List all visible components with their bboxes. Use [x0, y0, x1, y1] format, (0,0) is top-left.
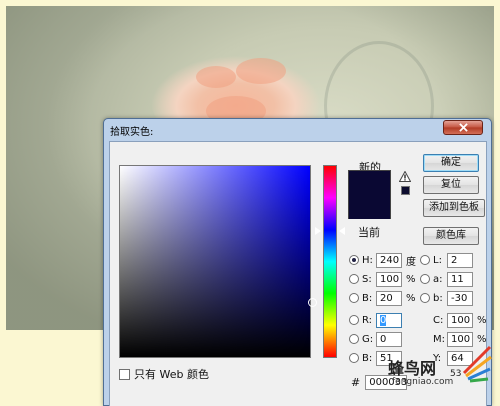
color-field[interactable] — [119, 165, 311, 358]
watermark-tail: 53 — [450, 369, 462, 379]
color-libraries-button[interactable]: 颜色库 — [423, 227, 479, 245]
lab-b-radio[interactable] — [420, 293, 430, 303]
red-label: R: — [362, 314, 373, 326]
saturation-unit: % — [406, 273, 416, 285]
red-row: R: 0 — [349, 312, 402, 328]
brightness-label: B: — [362, 292, 373, 304]
lab-a-input[interactable]: 11 — [447, 271, 473, 287]
lightness-input[interactable]: 2 — [447, 252, 473, 268]
hue-label: H: — [362, 254, 373, 266]
lab-a-radio[interactable] — [420, 274, 430, 284]
warning-triangle-icon[interactable] — [399, 171, 411, 182]
web-only-checkbox[interactable] — [119, 368, 130, 380]
lab-b-label: b: — [433, 292, 443, 304]
hue-input[interactable]: 240 — [376, 252, 402, 268]
lightness-radio[interactable] — [420, 255, 430, 265]
web-only-label: 只有 Web 颜色 — [134, 368, 209, 381]
cyan-row: C: 100 % — [433, 312, 487, 328]
saturation-row: S: 100 % — [349, 271, 416, 287]
hue-slider-handle-right[interactable] — [339, 227, 345, 235]
hex-label: # — [351, 376, 361, 389]
hue-unit: 度 — [406, 256, 416, 268]
hue-row: H: 240 度 — [349, 252, 416, 268]
lab-b-input[interactable]: -30 — [447, 290, 473, 306]
watermark-subtext: fengniao.com — [392, 377, 454, 387]
green-label: G: — [362, 333, 374, 345]
cyan-input[interactable]: 100 — [447, 312, 473, 328]
hue-radio[interactable] — [349, 255, 359, 265]
watermark-text: 蜂鸟网 — [388, 359, 437, 378]
hue-slider[interactable] — [323, 165, 337, 358]
brightness-unit: % — [406, 292, 416, 304]
green-radio[interactable] — [349, 334, 359, 344]
red-input[interactable]: 0 — [376, 312, 402, 328]
red-input-value: 0 — [380, 314, 387, 326]
close-icon — [458, 123, 468, 132]
dialog-title: 拾取实色: — [110, 127, 154, 138]
reset-button[interactable]: 复位 — [423, 176, 479, 194]
blue-radio[interactable] — [349, 353, 359, 363]
green-row: G: 0 — [349, 331, 402, 347]
add-to-swatches-button[interactable]: 添加到色板 — [423, 199, 485, 217]
lab-a-row: a: 11 — [420, 271, 473, 287]
brightness-row: B: 20 % — [349, 290, 416, 306]
feather-logo-icon — [462, 345, 492, 383]
color-field-marker[interactable] — [308, 298, 317, 307]
magenta-label: M: — [433, 333, 445, 345]
brightness-input[interactable]: 20 — [376, 290, 402, 306]
lab-a-label: a: — [433, 273, 443, 285]
close-button[interactable] — [443, 120, 483, 135]
title-bar[interactable]: 拾取实色: — [104, 119, 491, 141]
blue-label: B: — [362, 352, 373, 364]
lightness-label: L: — [433, 254, 442, 266]
new-color-swatch — [349, 171, 390, 195]
web-only-option[interactable]: 只有 Web 颜色 — [119, 366, 209, 382]
cyan-label: C: — [433, 314, 444, 326]
saturation-input[interactable]: 100 — [376, 271, 402, 287]
green-input[interactable]: 0 — [376, 331, 402, 347]
saturation-radio[interactable] — [349, 274, 359, 284]
cyan-unit: % — [477, 314, 487, 326]
hue-slider-handle[interactable] — [314, 226, 321, 236]
lab-b-row: b: -30 — [420, 290, 473, 306]
current-color-label: 当前 — [358, 226, 380, 239]
brightness-radio[interactable] — [349, 293, 359, 303]
saturation-label: S: — [362, 273, 372, 285]
web-cube-icon[interactable] — [401, 186, 410, 195]
ok-button[interactable]: 确定 — [423, 154, 479, 172]
current-color-swatch[interactable] — [349, 195, 390, 219]
red-radio[interactable] — [349, 315, 359, 325]
color-preview — [348, 170, 391, 219]
lightness-row: L: 2 — [420, 252, 473, 268]
